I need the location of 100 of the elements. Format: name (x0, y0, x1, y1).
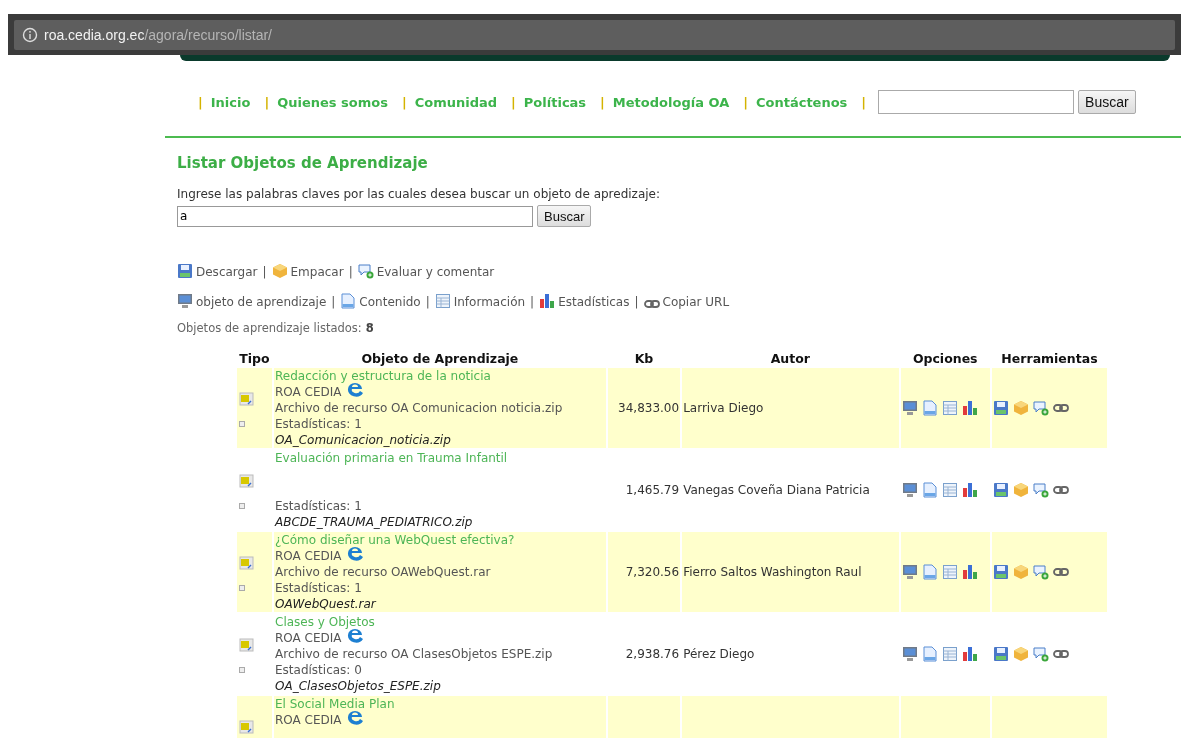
file-name: OA_ClasesObjetos_ESPE.zip (275, 678, 441, 694)
document-icon[interactable] (921, 482, 938, 498)
search-button[interactable]: Buscar (1078, 90, 1136, 114)
stats-count: Estadísticas: 1 (275, 580, 362, 596)
file-name: ABCDE_TRAUMA_PEDIATRICO.zip (275, 514, 473, 530)
object-title-link[interactable]: Clases y Objetos (275, 614, 375, 630)
author-name: Vanegas Coveña Diana Patricia (683, 483, 870, 497)
legend-label: Evaluar y comentar (376, 265, 495, 279)
chain-link-icon[interactable] (1052, 567, 1069, 577)
stats-count: Estadísticas: 0 (275, 662, 362, 678)
stats-count: Estadísticas: 1 (275, 416, 362, 432)
column-header: Opciones (911, 351, 979, 366)
bar-chart-icon[interactable] (539, 293, 556, 309)
keyword-field[interactable]: a (177, 205, 533, 227)
column-header: Autor (769, 351, 811, 366)
monitor-icon[interactable] (177, 293, 193, 309)
object-title-link[interactable]: Redacción y estructura de la noticia (275, 368, 491, 384)
separator: | (530, 295, 535, 309)
comment-add-icon[interactable] (1032, 400, 1049, 416)
learning-object-icon (239, 555, 255, 571)
legend-label: Estadísticas (558, 295, 630, 309)
comment-add-icon[interactable] (1032, 482, 1049, 498)
archive-description: Archivo de recurso OA ClasesObjetos ESPE.zip (275, 646, 553, 662)
nav-separator: | (401, 94, 407, 110)
table-icon[interactable] (941, 482, 958, 498)
page-title: Listar Objetos de Aprendizaje (177, 154, 429, 172)
search-prompt: Ingrese las palabras claves por las cuales desea buscar un objeto de apredizaje: (177, 187, 662, 201)
author-name: Larriva Diego (683, 401, 764, 415)
legend-label: Empacar (290, 265, 344, 279)
nav-separator: | (743, 94, 748, 110)
nav-link[interactable]: Metodología OA (612, 94, 730, 110)
bar-chart-icon[interactable] (961, 646, 978, 662)
document-icon[interactable] (340, 293, 357, 309)
object-title-link[interactable]: Evaluación primaria en Trauma Infantil (275, 450, 508, 466)
comment-add-icon[interactable] (357, 263, 374, 279)
document-icon[interactable] (921, 646, 938, 662)
learning-object-icon (239, 473, 255, 489)
nav-link[interactable]: Quienes somos (277, 94, 388, 110)
archive-description: Archivo de recurso OA Comunicacion noticia.zip (275, 400, 563, 416)
source-label: ROA CEDIA (275, 548, 342, 564)
source-label: ROA CEDIA (275, 712, 342, 728)
file-name: OAWebQuest.rar (275, 596, 376, 612)
address-bar[interactable]: roa.cedia.org.ec/agora/recurso/listar/ (14, 19, 1175, 50)
nav-separator: | (600, 94, 605, 110)
table-icon[interactable] (941, 564, 958, 580)
file-name: OA_Comunicacion_noticia.zip (275, 432, 451, 448)
legend-label: Información (453, 295, 526, 309)
source-label: ROA CEDIA (275, 384, 342, 400)
comment-add-icon[interactable] (1032, 646, 1049, 662)
comment-add-icon[interactable] (1032, 564, 1049, 580)
stats-count: Estadísticas: 1 (275, 498, 362, 514)
bar-chart-icon[interactable] (961, 482, 978, 498)
object-title-link[interactable]: El Social Media Plan (275, 696, 395, 712)
table-icon[interactable] (941, 646, 958, 662)
chain-link-icon[interactable] (1052, 485, 1069, 495)
chain-link-icon[interactable] (1052, 649, 1069, 659)
document-icon[interactable] (921, 400, 938, 416)
nav-separator: | (198, 94, 203, 110)
chain-link-icon[interactable] (643, 299, 660, 309)
column-header: Herramientas (1000, 351, 1099, 366)
object-title-link[interactable]: ¿Cómo diseñar una WebQuest efectiva? (275, 532, 515, 548)
learning-object-icon (239, 719, 255, 735)
source-label: ROA CEDIA (275, 630, 342, 646)
monitor-icon[interactable] (901, 400, 918, 416)
size-value: 7,320.56 (625, 565, 680, 579)
author-name: Pérez Diego (683, 647, 755, 661)
nav-link[interactable]: Inicio (210, 94, 251, 110)
document-icon[interactable] (921, 564, 938, 580)
search-button[interactable]: Buscar (537, 205, 592, 227)
legend-label: objeto de aprendizaje (196, 295, 327, 309)
info-icon[interactable] (22, 26, 38, 43)
monitor-icon[interactable] (901, 564, 918, 580)
search-field[interactable] (878, 90, 1075, 114)
size-value: 2,938.76 (625, 647, 680, 661)
size-value: 34,833.00 (618, 401, 680, 415)
size-value: 1,465.79 (625, 483, 680, 497)
nav-separator: | (861, 94, 867, 110)
separator: | (262, 265, 267, 279)
table-icon[interactable] (434, 293, 451, 309)
separator: | (348, 265, 353, 279)
archive-description: Archivo de recurso OAWebQuest.rar (275, 564, 491, 580)
nav-link[interactable]: Políticas (523, 94, 587, 110)
nav-link[interactable]: Contáctenos (755, 94, 848, 110)
chain-link-icon[interactable] (1052, 403, 1069, 413)
legend-label: Contenido (359, 295, 421, 309)
separator: | (425, 295, 430, 309)
separator: | (331, 295, 336, 309)
bar-chart-icon[interactable] (961, 400, 978, 416)
nav-link[interactable]: Comunidad (414, 94, 498, 110)
monitor-icon[interactable] (901, 646, 918, 662)
nav-separator: | (511, 94, 516, 110)
legend-label: Copiar URL (662, 295, 730, 309)
legend-label: Descargar (196, 265, 258, 279)
learning-object-icon (239, 391, 255, 407)
nav-separator: | (264, 94, 270, 110)
column-header: Tipo (238, 351, 271, 366)
separator: | (634, 295, 639, 309)
table-icon[interactable] (941, 400, 958, 416)
monitor-icon[interactable] (901, 482, 918, 498)
bar-chart-icon[interactable] (961, 564, 978, 580)
